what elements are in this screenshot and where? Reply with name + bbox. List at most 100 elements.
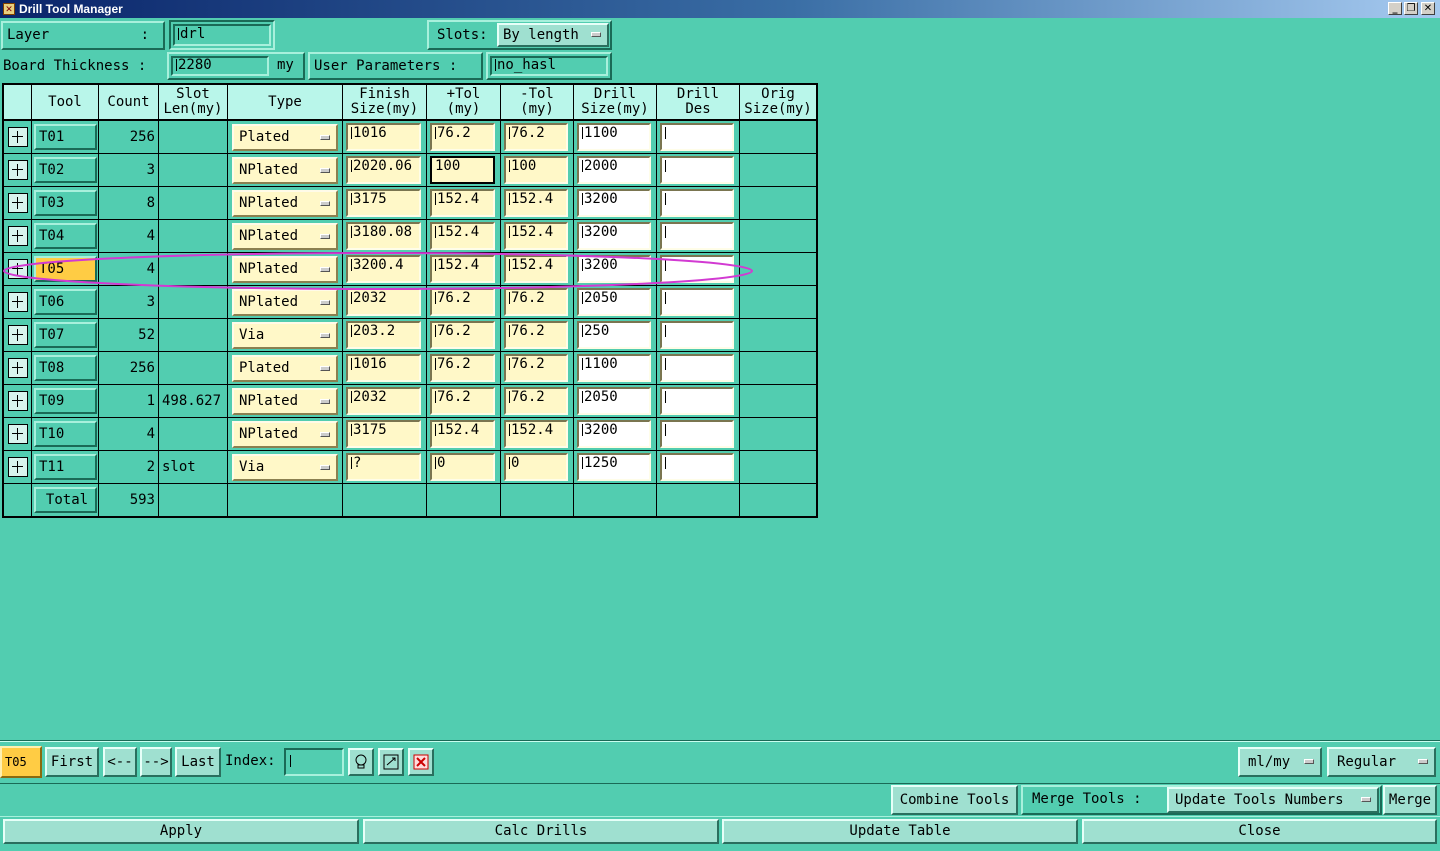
finish-input[interactable]: 1016 — [346, 123, 421, 151]
expand-icon[interactable] — [8, 325, 28, 345]
drill-size-input[interactable]: 2000 — [577, 156, 651, 184]
minus-tol-input[interactable]: 100 — [504, 156, 568, 184]
drill-size-input[interactable]: 3200 — [577, 189, 651, 217]
text-cursor — [435, 391, 436, 403]
count-cell: 1 — [99, 385, 158, 417]
drill-size-input[interactable]: 1100 — [577, 123, 651, 151]
drill-size-input[interactable]: 3200 — [577, 420, 651, 448]
tool-button[interactable]: T09 — [34, 388, 97, 414]
tool-button[interactable]: T01 — [34, 124, 97, 150]
user-params-input[interactable]: no_hasl — [490, 56, 608, 76]
slots-dropdown[interactable]: By length — [497, 23, 609, 47]
units-dropdown[interactable]: ml/my — [1238, 747, 1322, 777]
type-dropdown[interactable]: Via — [232, 454, 338, 481]
close-window-icon[interactable]: ✕ — [1421, 2, 1435, 15]
drill-size-input[interactable]: 2050 — [577, 387, 651, 415]
lightbulb-icon[interactable] — [348, 748, 374, 776]
merge-button[interactable]: Merge — [1383, 785, 1437, 815]
expand-icon[interactable] — [8, 391, 28, 411]
minus-tol-input[interactable]: 0 — [504, 453, 568, 481]
finish-input[interactable]: 2032 — [346, 387, 421, 415]
tool-button[interactable]: T10 — [34, 421, 97, 447]
tool-button[interactable]: T02 — [34, 157, 97, 183]
expand-icon[interactable] — [8, 160, 28, 180]
minus-tol-input[interactable]: 76.2 — [504, 354, 568, 382]
finish-input[interactable]: 3175 — [346, 189, 421, 217]
type-dropdown[interactable]: Plated — [232, 124, 338, 151]
expand-icon[interactable] — [8, 193, 28, 213]
plus-tol-input[interactable]: 152.4 — [430, 189, 495, 217]
minus-tol-input[interactable]: 76.2 — [504, 387, 568, 415]
text-cursor — [665, 457, 666, 469]
type-dropdown[interactable]: NPlated — [232, 421, 338, 448]
plus-tol-input[interactable]: 76.2 — [430, 321, 495, 349]
text-cursor — [509, 424, 510, 436]
drill-size-input[interactable]: 1100 — [577, 354, 651, 382]
drill-des-input[interactable] — [660, 156, 734, 184]
plus-tol-input[interactable]: 76.2 — [430, 354, 495, 382]
next-button[interactable]: --> — [140, 747, 172, 777]
drill-des-input[interactable] — [660, 354, 734, 382]
header-text: Tool — [48, 94, 82, 110]
close-button[interactable]: Close — [1082, 819, 1437, 844]
drill-des-input[interactable] — [660, 189, 734, 217]
mode-dropdown[interactable]: Regular — [1327, 747, 1436, 777]
type-dropdown[interactable]: NPlated — [232, 157, 338, 184]
plus-tol-input[interactable]: 0 — [430, 453, 495, 481]
drill-size-input[interactable]: 1250 — [577, 453, 651, 481]
drill-des-input[interactable] — [660, 420, 734, 448]
drill-size-input[interactable]: 250 — [577, 321, 651, 349]
minus-tol-input[interactable]: 76.2 — [504, 123, 568, 151]
apply-button[interactable]: Apply — [3, 819, 359, 844]
first-button[interactable]: First — [45, 747, 99, 777]
layer-input[interactable]: drl — [173, 24, 271, 46]
finish-input[interactable]: 3175 — [346, 420, 421, 448]
type-cell: NPlated — [228, 418, 342, 450]
minus-tol-value: 152.4 — [511, 191, 554, 207]
tool-button[interactable]: T07 — [34, 322, 97, 348]
type-dropdown[interactable]: NPlated — [232, 388, 338, 415]
minus-tol-input[interactable]: 152.4 — [504, 420, 568, 448]
finish-input[interactable]: 2020.06 — [346, 156, 421, 184]
drill-des-input[interactable] — [660, 387, 734, 415]
type-dropdown[interactable]: Via — [232, 322, 338, 349]
type-dropdown[interactable]: Plated — [232, 355, 338, 382]
refresh-icon[interactable] — [378, 748, 404, 776]
drill-des-input[interactable] — [660, 123, 734, 151]
minus-tol-input[interactable]: 76.2 — [504, 321, 568, 349]
thickness-input[interactable]: 2280 — [171, 56, 269, 76]
tool-button[interactable]: T11 — [34, 454, 97, 480]
plus-tol-input[interactable]: 100 — [430, 156, 495, 184]
delete-icon[interactable] — [408, 748, 434, 776]
update-table-button[interactable]: Update Table — [722, 819, 1078, 844]
finish-value: 2020.06 — [353, 158, 413, 174]
thickness-unit: my — [277, 57, 294, 73]
index-input[interactable] — [284, 748, 344, 776]
type-dropdown[interactable]: NPlated — [232, 190, 338, 217]
drill-des-input[interactable] — [660, 321, 734, 349]
drill-des-input[interactable] — [660, 453, 734, 481]
last-button[interactable]: Last — [175, 747, 221, 777]
tool-button[interactable]: T08 — [34, 355, 97, 381]
layer-field[interactable]: drl — [169, 20, 275, 50]
plus-tol-input[interactable]: 152.4 — [430, 420, 495, 448]
expand-icon[interactable] — [8, 127, 28, 147]
finish-input[interactable]: 203.2 — [346, 321, 421, 349]
plus-tol-input[interactable]: 76.2 — [430, 123, 495, 151]
combine-tools-button[interactable]: Combine Tools — [891, 785, 1018, 815]
plus-tol-input[interactable]: 76.2 — [430, 387, 495, 415]
prev-button[interactable]: <-- — [103, 747, 137, 777]
finish-input[interactable]: ? — [346, 453, 421, 481]
restore-icon[interactable]: ❐ — [1404, 2, 1418, 15]
expand-icon[interactable] — [8, 424, 28, 444]
tool-button[interactable]: T03 — [34, 190, 97, 216]
minimize-icon[interactable]: _ — [1388, 2, 1402, 15]
dropdown-icon — [320, 431, 330, 437]
merge-option-dropdown[interactable]: Update Tools Numbers — [1167, 787, 1379, 813]
expand-icon[interactable] — [8, 226, 28, 246]
calc-drills-button[interactable]: Calc Drills — [363, 819, 719, 844]
finish-input[interactable]: 1016 — [346, 354, 421, 382]
minus-tol-input[interactable]: 152.4 — [504, 189, 568, 217]
expand-icon[interactable] — [8, 457, 28, 477]
expand-icon[interactable] — [8, 358, 28, 378]
